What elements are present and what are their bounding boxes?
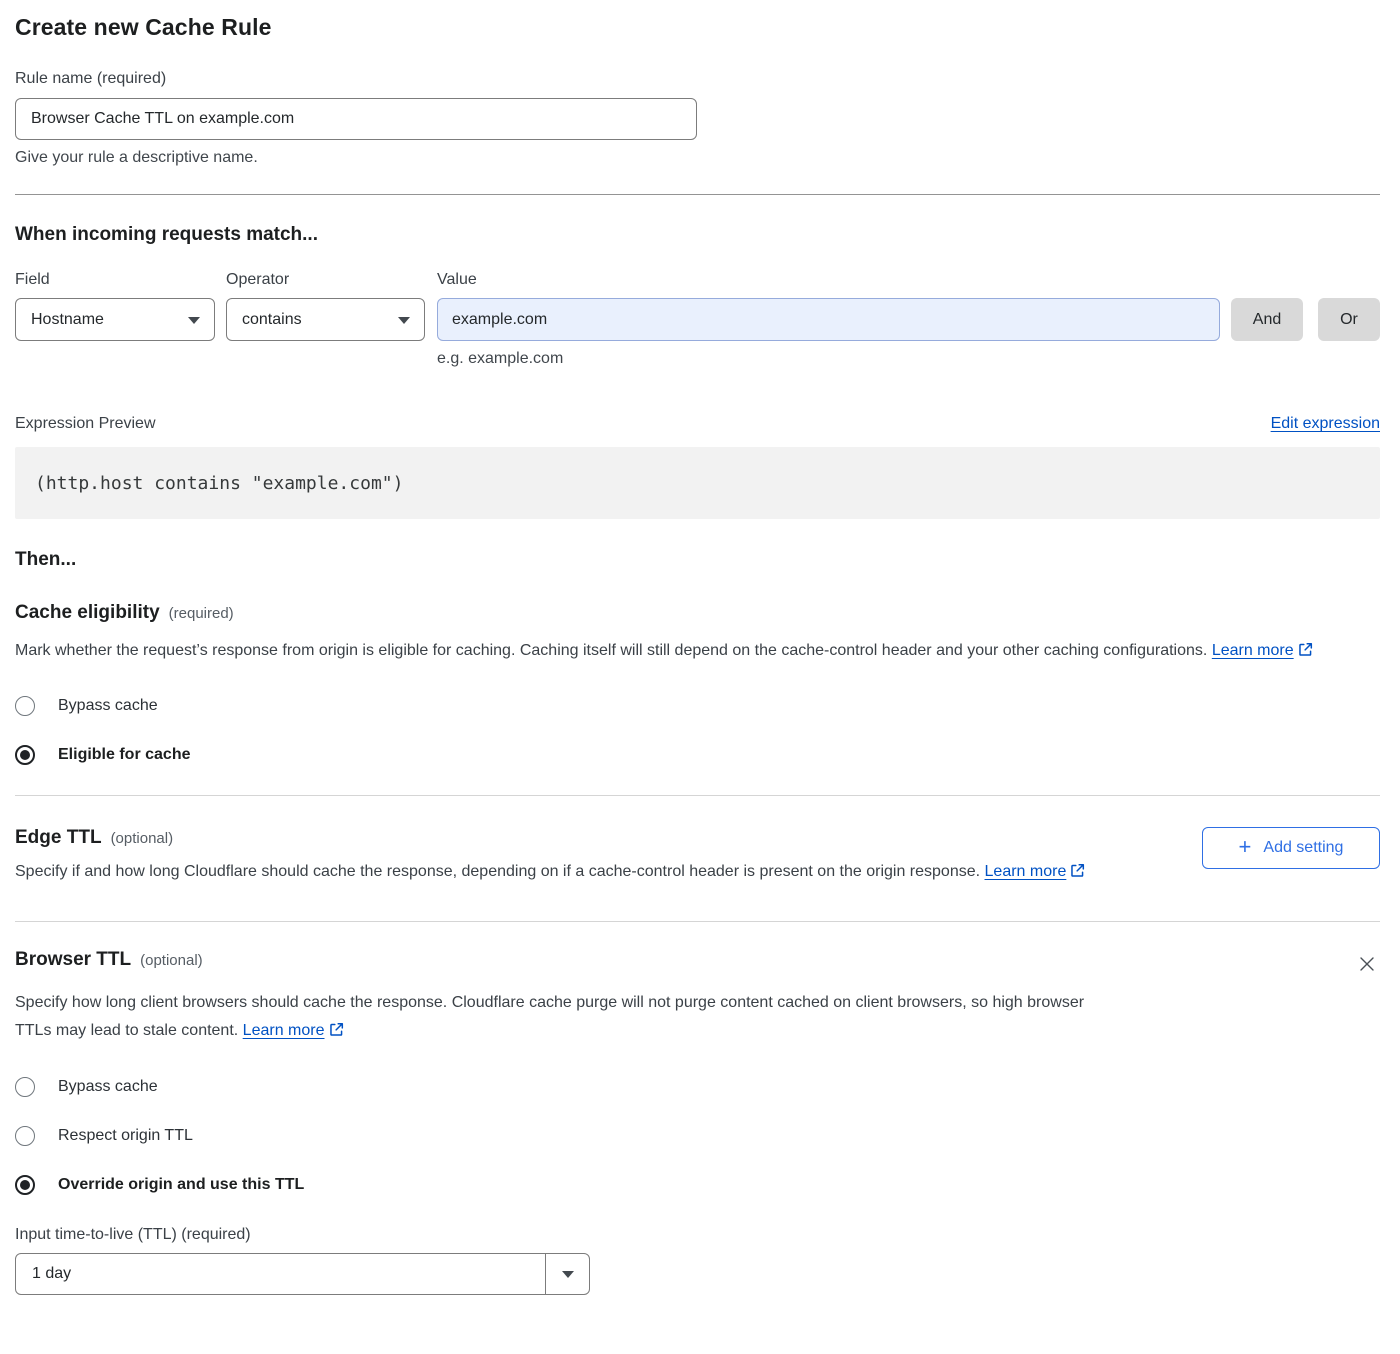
browser-ttl-qualifier: (optional) [140,952,203,969]
ttl-input-label: Input time-to-live (TTL) (required) [15,1226,1380,1244]
value-column-label: Value [437,271,477,289]
divider [15,921,1380,922]
bypass-cache-radio[interactable]: Bypass cache [15,696,1380,716]
cache-eligibility-qualifier: (required) [169,605,234,622]
external-link-icon [1298,639,1313,667]
cache-eligibility-title: Cache eligibility [15,602,160,624]
expression-preview-label: Expression Preview [15,415,156,433]
operator-select[interactable]: contains [226,298,425,341]
divider [15,795,1380,796]
browser-bypass-cache-radio[interactable]: Bypass cache [15,1077,1380,1097]
rule-name-help: Give your rule a descriptive name. [15,149,1380,167]
radio-icon [15,1175,35,1195]
edit-expression-link[interactable]: Edit expression [1271,415,1380,433]
rule-name-input[interactable]: Browser Cache TTL on example.com [15,98,697,140]
then-heading: Then... [15,549,1380,571]
value-input[interactable]: example.com [437,298,1220,341]
add-setting-button[interactable]: + Add setting [1202,827,1380,869]
radio-icon [15,1077,35,1097]
external-link-icon [329,1019,344,1047]
radio-icon [15,1126,35,1146]
or-button[interactable]: Or [1318,298,1380,341]
rule-name-value: Browser Cache TTL on example.com [31,110,294,128]
radio-icon [15,696,35,716]
field-select[interactable]: Hostname [15,298,215,341]
chevron-down-icon [188,317,200,324]
respect-origin-ttl-radio[interactable]: Respect origin TTL [15,1126,1380,1146]
match-section-heading: When incoming requests match... [15,224,1380,246]
browser-ttl-learn-more-link[interactable]: Learn more [243,1022,325,1039]
expression-code: (http.host contains "example.com") [35,473,403,494]
create-cache-rule-form: Create new Cache Rule Rule name (require… [0,0,1400,1295]
edge-ttl-description: Specify if and how long Cloudflare shoul… [15,858,1085,888]
value-input-text: example.com [452,311,547,329]
ttl-select-value: 1 day [16,1254,545,1294]
override-origin-ttl-radio[interactable]: Override origin and use this TTL [15,1175,1380,1195]
match-controls-row: Hostname contains example.com And Or [15,298,1380,341]
chevron-down-icon [398,317,410,324]
radio-icon [15,745,35,765]
browser-ttl-title: Browser TTL [15,949,131,971]
field-select-value: Hostname [31,311,104,329]
external-link-icon [1070,860,1085,888]
edge-ttl-title: Edge TTL [15,827,102,849]
expression-preview-row: Expression Preview Edit expression [15,415,1380,433]
close-icon[interactable] [1354,951,1380,980]
cache-eligibility-learn-more-link[interactable]: Learn more [1212,642,1294,659]
browser-ttl-section-head: Browser TTL (optional) [15,949,1380,980]
cache-eligibility-heading: Cache eligibility (required) [15,602,1380,624]
eligible-for-cache-radio[interactable]: Eligible for cache [15,745,1380,765]
operator-column-label: Operator [226,271,437,289]
rule-name-label: Rule name (required) [15,70,1380,88]
operator-select-value: contains [242,311,302,329]
ttl-select-caret-segment[interactable] [545,1254,589,1294]
field-column-label: Field [15,271,226,289]
and-button[interactable]: And [1231,298,1303,341]
edge-ttl-section: Edge TTL (optional) Specify if and how l… [15,827,1380,888]
browser-ttl-heading: Browser TTL (optional) [15,949,203,971]
browser-ttl-description: Specify how long client browsers should … [15,989,1115,1047]
edge-ttl-learn-more-link[interactable]: Learn more [985,863,1067,880]
page-title: Create new Cache Rule [15,14,1380,41]
plus-icon: + [1239,836,1252,858]
edge-ttl-heading: Edge TTL (optional) [15,827,1085,849]
edge-ttl-qualifier: (optional) [111,830,174,847]
value-help-text: e.g. example.com [437,350,1380,368]
chevron-down-icon [562,1271,574,1278]
ttl-select[interactable]: 1 day [15,1253,590,1295]
match-column-labels: Field Operator Value [15,271,1380,289]
divider [15,194,1380,195]
expression-code-block: (http.host contains "example.com") [15,447,1380,519]
cache-eligibility-description: Mark whether the request’s response from… [15,637,1355,667]
